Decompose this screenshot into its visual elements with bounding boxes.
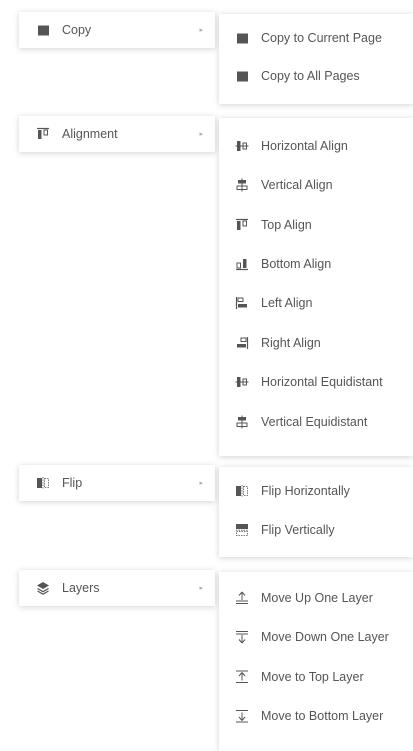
submenu-item-label: Right Align <box>261 336 321 350</box>
menu-item-label: Flip <box>62 476 83 490</box>
submenu-item-right-align[interactable]: Right Align <box>219 325 413 361</box>
move-to-bottom-layer-icon <box>235 709 249 723</box>
submenu-item-horizontal-align[interactable]: Horizontal Align <box>219 128 413 164</box>
move-to-top-layer-icon <box>235 670 249 684</box>
menu-item-flip[interactable]: Flip ▸ <box>19 465 215 501</box>
menu-item-layers[interactable]: Layers ▸ <box>19 570 215 606</box>
submenu-item-label: Flip Horizontally <box>261 484 350 498</box>
submenu-item-bottom-align[interactable]: Bottom Align <box>219 246 413 282</box>
submenu-item-label: Vertical Equidistant <box>261 415 368 429</box>
submenu-item-move-to-bottom-layer[interactable]: Move to Bottom Layer <box>219 698 413 734</box>
submenu-item-move-to-top-layer[interactable]: Move to Top Layer <box>219 659 413 695</box>
submenu-arrow-icon: ▸ <box>199 585 203 592</box>
horizontal-align-icon <box>235 139 249 153</box>
horizontal-equidistant-icon <box>235 375 249 389</box>
submenu-item-vertical-equidistant[interactable]: Vertical Equidistant <box>219 404 413 440</box>
move-up-layer-icon <box>235 591 249 605</box>
submenu-item-move-down-one-layer[interactable]: Move Down One Layer <box>219 619 413 655</box>
top-align-icon <box>36 127 50 141</box>
submenu-item-left-align[interactable]: Left Align <box>219 285 413 321</box>
copy-icon <box>36 23 50 37</box>
menu-item-label: Alignment <box>62 127 118 141</box>
layers-menu-panel: Layers ▸ <box>19 570 215 606</box>
alignment-menu-panel: Alignment ▸ <box>19 116 215 152</box>
copy-icon <box>235 31 249 45</box>
vertical-equidistant-icon <box>235 415 249 429</box>
flip-menu-panel: Flip ▸ <box>19 465 215 501</box>
submenu-item-copy-to-current-page[interactable]: Copy to Current Page <box>219 20 413 56</box>
submenu-item-vertical-align[interactable]: Vertical Align <box>219 167 413 203</box>
submenu-item-label: Bottom Align <box>261 257 332 271</box>
submenu-item-label: Copy to All Pages <box>261 69 360 83</box>
submenu-arrow-icon: ▸ <box>199 480 203 487</box>
layers-submenu-panel: Move Up One Layer Move Down One Layer Mo… <box>219 572 413 751</box>
submenu-item-label: Left Align <box>261 296 313 310</box>
flip-icon <box>36 476 50 490</box>
copy-submenu-panel: Copy to Current Page Copy to All Pages <box>219 14 413 104</box>
left-align-icon <box>235 296 249 310</box>
submenu-item-horizontal-equidistant[interactable]: Horizontal Equidistant <box>219 364 413 400</box>
menu-item-label: Copy <box>62 23 92 37</box>
submenu-item-label: Horizontal Equidistant <box>261 375 383 389</box>
submenu-item-label: Vertical Align <box>261 178 333 192</box>
vertical-align-icon <box>235 178 249 192</box>
submenu-item-label: Copy to Current Page <box>261 31 382 45</box>
submenu-item-label: Flip Vertically <box>261 523 335 537</box>
move-down-layer-icon <box>235 630 249 644</box>
submenu-item-move-up-one-layer[interactable]: Move Up One Layer <box>219 580 413 616</box>
submenu-item-label: Move to Top Layer <box>261 670 364 684</box>
submenu-item-flip-vertically[interactable]: Flip Vertically <box>219 512 413 548</box>
copy-menu-panel: Copy ▸ <box>19 12 215 48</box>
submenu-item-copy-to-all-pages[interactable]: Copy to All Pages <box>219 58 413 94</box>
submenu-item-label: Move Down One Layer <box>261 630 389 644</box>
submenu-item-top-align[interactable]: Top Align <box>219 207 413 243</box>
bottom-align-icon <box>235 257 249 271</box>
submenu-item-label: Move to Bottom Layer <box>261 709 384 723</box>
menu-item-copy[interactable]: Copy ▸ <box>19 12 215 48</box>
submenu-arrow-icon: ▸ <box>199 131 203 138</box>
submenu-item-label: Top Align <box>261 218 312 232</box>
alignment-submenu-panel: Horizontal Align Vertical Align Top Alig… <box>219 118 413 456</box>
submenu-item-label: Horizontal Align <box>261 139 348 153</box>
menu-item-alignment[interactable]: Alignment ▸ <box>19 116 215 152</box>
right-align-icon <box>235 336 249 350</box>
submenu-item-flip-horizontally[interactable]: Flip Horizontally <box>219 473 413 509</box>
layers-icon <box>36 581 50 595</box>
flip-horizontal-icon <box>235 484 249 498</box>
flip-vertical-icon <box>235 523 249 537</box>
menu-item-label: Layers <box>62 581 100 595</box>
flip-submenu-panel: Flip Horizontally Flip Vertically <box>219 467 413 557</box>
submenu-item-label: Move Up One Layer <box>261 591 373 605</box>
copy-icon <box>235 69 249 83</box>
top-align-icon <box>235 218 249 232</box>
submenu-arrow-icon: ▸ <box>199 27 203 34</box>
